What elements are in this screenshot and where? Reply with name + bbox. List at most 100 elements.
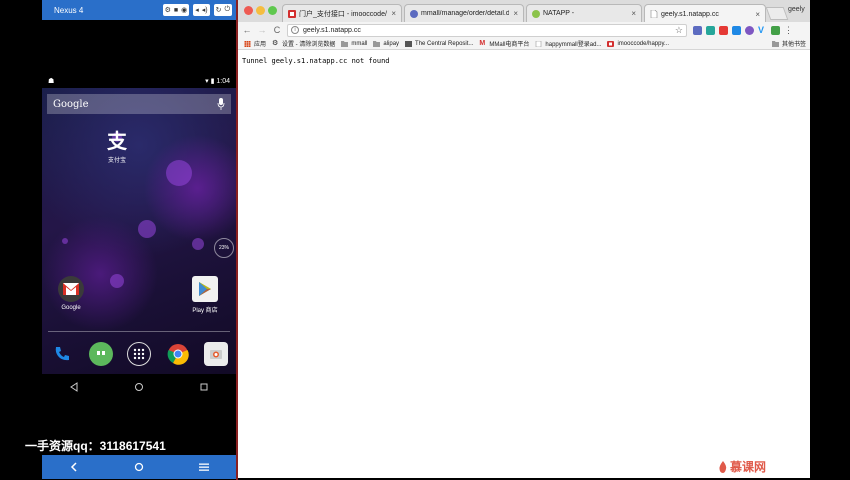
- microphone-icon[interactable]: [217, 98, 225, 110]
- extension-icon[interactable]: [745, 25, 754, 35]
- settings-icon[interactable]: ⚙: [165, 6, 171, 14]
- emulator-bottom-bar: [42, 455, 236, 479]
- status-time: ▾ ▮ 1:04: [205, 78, 230, 85]
- page-favicon: [650, 10, 658, 18]
- tunnel-error-message: Tunnel geely.s1.natapp.cc not found: [242, 57, 390, 65]
- wallpaper-bokeh: [110, 274, 124, 288]
- extension-icon[interactable]: [771, 25, 780, 35]
- emulator-titlebar: Nexus 4 ⚙ ■ ◉ ◂ ◂) ↻ ⏻: [42, 0, 236, 20]
- camera-app-icon[interactable]: [204, 342, 228, 366]
- tab-close-icon[interactable]: ×: [755, 10, 760, 19]
- tab-geely-natapp[interactable]: geely.s1.natapp.cc ×: [644, 4, 766, 23]
- google-search-bar[interactable]: Google: [47, 94, 231, 114]
- natapp-favicon: [532, 9, 540, 18]
- address-bar[interactable]: i geely.s1.natapp.cc ☆: [287, 23, 687, 37]
- tab-order-detail[interactable]: mmall/manage/order/detail.d ×: [404, 4, 524, 22]
- folder-icon: [373, 40, 381, 47]
- url-text[interactable]: geely.s1.natapp.cc: [303, 27, 675, 34]
- qq-watermark: 一手资源qq：3118617541: [25, 439, 166, 453]
- video-icon[interactable]: ■: [174, 7, 178, 14]
- new-tab-button[interactable]: [765, 7, 789, 20]
- tab-strip: 门户_支付接口 - imooccode/hi × mmall/manage/or…: [238, 0, 810, 23]
- chrome-window: 门户_支付接口 - imooccode/hi × mmall/manage/or…: [238, 0, 810, 478]
- tab-close-icon[interactable]: ×: [631, 9, 636, 18]
- browser-toolbar: ← → C i geely.s1.natapp.cc ☆ V ⋮: [238, 22, 810, 38]
- rotate-icon[interactable]: ↻: [216, 6, 222, 14]
- home-icon[interactable]: [129, 377, 149, 397]
- emulator-home-icon[interactable]: [130, 458, 148, 476]
- alipay-app[interactable]: 支 支付宝: [95, 126, 139, 165]
- extension-icon[interactable]: [719, 25, 728, 35]
- bookmark-mmall[interactable]: mmall: [341, 40, 367, 47]
- phone-icon[interactable]: [50, 342, 74, 366]
- android-emulator: Nexus 4 ⚙ ■ ◉ ◂ ◂) ↻ ⏻ ☗ ▾ ▮ 1:04 Google: [0, 0, 238, 480]
- flame-logo-icon: [719, 460, 727, 473]
- tab-close-icon[interactable]: ×: [513, 9, 518, 18]
- extension-icon[interactable]: [732, 25, 741, 35]
- bookmark-happymmall-login[interactable]: happymmall登录ad...: [535, 39, 601, 48]
- window-maximize-button[interactable]: [268, 6, 277, 15]
- window-minimize-button[interactable]: [256, 6, 265, 15]
- folder-icon: [771, 40, 779, 47]
- android-notification-icon: ☗: [48, 78, 55, 85]
- bookmark-imooccode[interactable]: imooccode/happy...: [607, 40, 669, 47]
- bookmark-apps[interactable]: 应用: [244, 39, 266, 48]
- page-content: Tunnel geely.s1.natapp.cc not found: [238, 51, 810, 478]
- hangouts-icon[interactable]: [88, 342, 113, 366]
- gmail-icon: [58, 276, 84, 302]
- wallpaper-bokeh: [62, 238, 68, 244]
- forward-arrow-icon[interactable]: →: [256, 24, 268, 36]
- bookmark-other[interactable]: 其他书签: [771, 39, 806, 48]
- bookmark-settings[interactable]: ⚙ 设置 - 清除浏览数据: [272, 39, 335, 49]
- bookmarks-bar: 应用 ⚙ 设置 - 清除浏览数据 mmall alipay The Centra…: [238, 38, 810, 50]
- apps-grid-icon: [244, 40, 251, 47]
- tab-natapp[interactable]: NATAPP - ×: [526, 4, 642, 22]
- android-nav-bar: [42, 374, 236, 400]
- volume-up-icon[interactable]: ◂): [202, 6, 208, 14]
- bookmark-mmall-platform[interactable]: M MMall电商平台: [479, 39, 529, 49]
- extension-icon[interactable]: [706, 25, 715, 35]
- extension-icon[interactable]: [693, 25, 702, 35]
- power-icon[interactable]: ⏻: [224, 6, 230, 14]
- tab-close-icon[interactable]: ×: [391, 9, 396, 18]
- info-icon[interactable]: i: [291, 26, 299, 34]
- battery-icon: ▮: [210, 78, 215, 85]
- bookmark-star-icon[interactable]: ☆: [675, 25, 683, 36]
- emulator-media-controls[interactable]: ⚙ ■ ◉: [162, 4, 190, 16]
- app-label: 支付宝: [107, 158, 126, 164]
- tab-alipay-api[interactable]: 门户_支付接口 - imooccode/hi ×: [282, 4, 402, 22]
- google-search-text: Google: [53, 98, 89, 110]
- back-icon[interactable]: [64, 377, 84, 397]
- emulator-volume-controls[interactable]: ◂ ◂): [193, 4, 210, 16]
- volume-down-icon[interactable]: ◂: [195, 6, 199, 14]
- site-icon: [405, 40, 413, 47]
- emulator-title: Nexus 4: [54, 5, 84, 15]
- recents-icon[interactable]: [194, 377, 214, 397]
- play-store-app[interactable]: Play 商店: [183, 276, 227, 314]
- wallpaper-bokeh: [166, 160, 192, 186]
- reload-icon[interactable]: C: [271, 24, 283, 36]
- home-screen: Google 支 支付宝 23% Google Play 商店: [42, 88, 236, 374]
- back-arrow-icon[interactable]: ←: [241, 24, 253, 36]
- vue-devtools-icon[interactable]: V: [758, 25, 767, 35]
- battery-widget: 23%: [214, 238, 234, 258]
- bookmark-alipay[interactable]: alipay: [373, 40, 399, 47]
- app-drawer-icon[interactable]: [127, 342, 151, 366]
- wifi-icon: ▾: [205, 78, 209, 85]
- emulator-menu-icon[interactable]: [195, 458, 213, 476]
- google-app[interactable]: Google: [49, 276, 93, 311]
- m-logo-icon: M: [479, 39, 486, 47]
- gear-icon: ⚙: [272, 39, 279, 47]
- page-icon: [536, 40, 542, 47]
- wallpaper-bokeh: [138, 220, 156, 238]
- bookmark-central-repo[interactable]: The Central Reposit...: [405, 40, 473, 47]
- menu-kebab-icon[interactable]: ⋮: [784, 25, 793, 35]
- chrome-icon[interactable]: [166, 342, 190, 366]
- emulator-rotate-controls[interactable]: ↻ ⏻: [213, 4, 232, 16]
- wallpaper-bokeh: [192, 238, 204, 250]
- camera-icon[interactable]: ◉: [181, 6, 187, 14]
- profile-button[interactable]: geely: [788, 6, 846, 13]
- play-store-icon: [192, 276, 218, 302]
- window-close-button[interactable]: [244, 6, 253, 15]
- emulator-back-icon[interactable]: [65, 458, 83, 476]
